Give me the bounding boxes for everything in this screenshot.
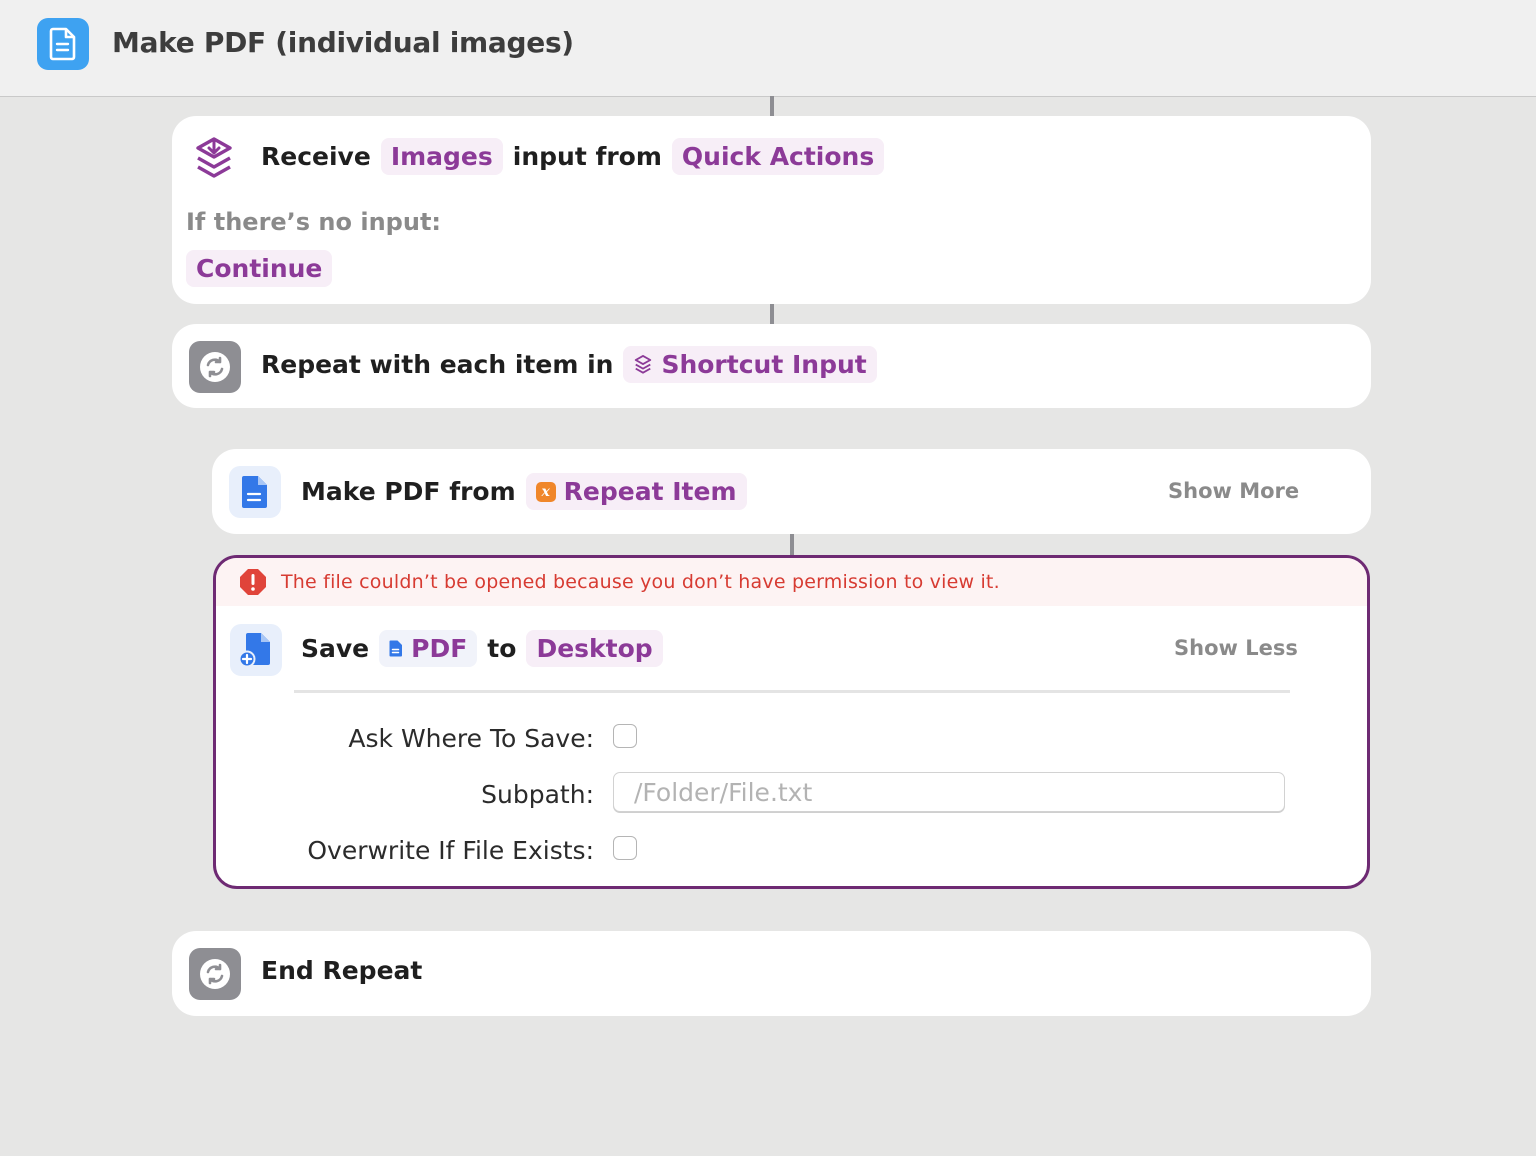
show-more-button[interactable]: Show More: [1168, 479, 1299, 503]
repeat-item-token-label: Repeat Item: [563, 477, 737, 506]
overwrite-checkbox[interactable]: [613, 836, 637, 860]
save-action-card[interactable]: The file couldn’t be opened because you …: [213, 555, 1370, 889]
repeat-label: Repeat with each item in: [261, 350, 614, 379]
show-less-button[interactable]: Show Less: [1174, 636, 1298, 660]
error-banner: The file couldn’t be opened because you …: [216, 558, 1367, 606]
ask-where-to-save-label: Ask Where To Save:: [348, 724, 594, 753]
save-file-token-label: PDF: [411, 634, 468, 663]
ask-where-to-save-checkbox[interactable]: [613, 724, 637, 748]
end-repeat-action-card[interactable]: End Repeat: [172, 931, 1371, 1016]
overwrite-label: Overwrite If File Exists:: [307, 836, 594, 865]
pdf-document-icon: [389, 640, 403, 657]
save-file-token[interactable]: PDF: [379, 630, 478, 667]
save-document-icon: [230, 624, 282, 676]
no-input-behavior-token[interactable]: Continue: [186, 250, 333, 287]
receive-action-card[interactable]: Receive Images input from Quick Actions …: [172, 116, 1371, 304]
repeat-arrows-icon: [189, 341, 241, 393]
flow-connector: [770, 304, 774, 324]
end-repeat-label: End Repeat: [261, 956, 423, 985]
stop-exclamation-icon: [240, 569, 266, 595]
stack-download-icon: [635, 354, 652, 374]
window-title: Make PDF (individual images): [112, 26, 574, 59]
repeat-input-token-label: Shortcut Input: [661, 350, 867, 379]
repeat-arrows-icon: [189, 948, 241, 1000]
save-to-label: to: [487, 634, 517, 663]
pdf-document-icon: [229, 466, 281, 518]
input-source-token[interactable]: Quick Actions: [671, 138, 885, 175]
section-divider: [294, 690, 1290, 693]
repeat-item-token[interactable]: x Repeat Item: [525, 473, 747, 510]
flow-connector: [770, 96, 774, 116]
receive-label: Receive: [261, 142, 371, 171]
input-type-token[interactable]: Images: [380, 138, 503, 175]
input-from-label: input from: [512, 142, 662, 171]
subpath-input[interactable]: [613, 772, 1285, 812]
make-pdf-action-card[interactable]: Make PDF from x Repeat Item Show More: [212, 449, 1371, 534]
repeat-action-card[interactable]: Repeat with each item in Shortcut Input: [172, 324, 1371, 408]
make-pdf-label: Make PDF from: [301, 477, 516, 506]
title-bar: Make PDF (individual images): [0, 0, 1536, 97]
document-icon: [37, 18, 89, 70]
no-input-label: If there’s no input:: [186, 208, 442, 236]
destination-token[interactable]: Desktop: [526, 630, 663, 667]
subpath-label: Subpath:: [481, 780, 594, 809]
error-message: The file couldn’t be opened because you …: [281, 571, 1000, 593]
stack-download-icon: [188, 133, 240, 185]
save-label: Save: [301, 634, 370, 663]
repeat-input-token[interactable]: Shortcut Input: [623, 346, 877, 383]
flow-connector: [790, 534, 794, 556]
variable-x-icon: x: [535, 481, 556, 502]
